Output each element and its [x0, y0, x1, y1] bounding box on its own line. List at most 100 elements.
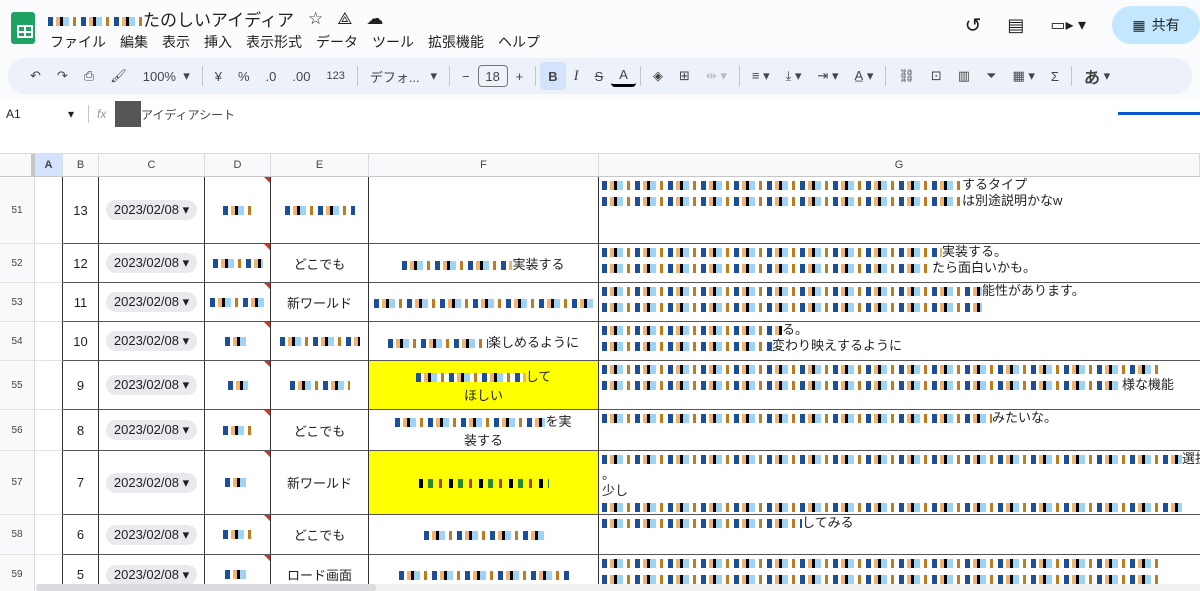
date-dropdown-chip[interactable]: 2023/02/08 ▾ — [105, 292, 198, 312]
font-size-input[interactable]: 18 — [477, 65, 508, 87]
cell-d[interactable] — [205, 283, 271, 322]
row-header[interactable]: 53 — [0, 283, 35, 322]
cell-e[interactable]: どこでも — [271, 244, 369, 283]
star-icon[interactable]: ☆ — [308, 9, 323, 29]
font-size-decrease-icon[interactable]: − — [454, 62, 478, 90]
cell-f[interactable]: を実 装する — [369, 410, 599, 451]
version-history-icon[interactable]: ↺ — [965, 13, 982, 38]
chart-icon[interactable]: ▥ — [950, 62, 978, 90]
redo-icon[interactable]: ↷ — [49, 62, 76, 90]
column-header-c[interactable]: C — [99, 154, 205, 177]
column-header-d[interactable]: D — [205, 154, 271, 177]
menu-item[interactable]: ファイル — [50, 32, 106, 52]
cell-d[interactable] — [205, 322, 271, 361]
cell-b[interactable]: 12 — [63, 244, 99, 283]
cell-e[interactable]: どこでも — [271, 410, 369, 451]
cell-e[interactable]: 新ワールド — [271, 283, 369, 322]
column-header-g[interactable]: G — [599, 154, 1200, 177]
date-dropdown-chip[interactable]: 2023/02/08 ▾ — [105, 200, 198, 220]
cell-e[interactable] — [271, 361, 369, 410]
cell-f[interactable] — [369, 451, 599, 515]
menu-item[interactable]: データ — [316, 32, 358, 52]
strikethrough-icon[interactable]: S — [587, 62, 612, 90]
cell-f[interactable] — [369, 283, 599, 322]
cell-e[interactable]: どこでも — [271, 515, 369, 555]
cell-d[interactable] — [205, 177, 271, 244]
cell-e[interactable] — [271, 177, 369, 244]
cell-c-date[interactable]: 2023/02/08 ▾ — [99, 451, 205, 515]
fill-color-icon[interactable]: ◈ — [645, 62, 671, 90]
cell-c-date[interactable]: 2023/02/08 ▾ — [99, 283, 205, 322]
formula-input[interactable]: アイディアシート — [115, 101, 235, 127]
date-dropdown-chip[interactable]: 2023/02/08 ▾ — [105, 524, 198, 545]
menu-item[interactable]: ヘルプ — [498, 32, 540, 52]
row-header[interactable]: 56 — [0, 410, 35, 451]
select-all-corner[interactable] — [0, 154, 35, 177]
cell-a[interactable] — [35, 244, 63, 283]
cell-e[interactable]: 新ワールド — [271, 451, 369, 515]
horizontal-scrollbar[interactable] — [36, 584, 1200, 591]
cell-a[interactable] — [35, 515, 63, 555]
date-dropdown-chip[interactable]: 2023/02/08 ▾ — [105, 375, 198, 395]
horizontal-align-icon[interactable]: ≡ ▾ — [744, 62, 778, 90]
date-dropdown-chip[interactable]: 2023/02/08 ▾ — [105, 472, 198, 493]
cell-d[interactable] — [205, 451, 271, 515]
row-header[interactable]: 59 — [0, 555, 35, 591]
cell-g[interactable]: る。 変わり映えするように — [599, 322, 1200, 361]
column-header-a[interactable]: A — [35, 154, 63, 177]
cell-a[interactable] — [35, 361, 63, 410]
menu-item[interactable]: 表示形式 — [246, 32, 302, 52]
currency-button[interactable]: ¥ — [207, 62, 230, 90]
comment-icon[interactable]: ⊡ — [923, 62, 950, 90]
font-select[interactable]: デフォ... ▾ — [362, 62, 445, 90]
menu-item[interactable]: 編集 — [120, 32, 148, 52]
functions-icon[interactable]: Σ — [1043, 62, 1067, 90]
cell-c-date[interactable]: 2023/02/08 ▾ — [99, 361, 205, 410]
menu-item[interactable]: 表示 — [162, 32, 190, 52]
column-header-e[interactable]: E — [271, 154, 369, 177]
cell-c-date[interactable]: 2023/02/08 ▾ — [99, 244, 205, 283]
decrease-decimal-button[interactable]: .0 — [258, 62, 285, 90]
cell-d[interactable] — [205, 361, 271, 410]
cell-f[interactable] — [369, 515, 599, 555]
row-header[interactable]: 58 — [0, 515, 35, 555]
vertical-align-icon[interactable]: ⤓ ▾ — [778, 62, 810, 90]
cell-a[interactable] — [35, 322, 63, 361]
percent-button[interactable]: % — [230, 62, 258, 90]
cell-g[interactable]: 様な機能 — [599, 361, 1200, 410]
cell-g[interactable]: するタイプ は別途説明かなw — [599, 177, 1200, 244]
menu-item[interactable]: 拡張機能 — [428, 32, 484, 52]
row-header[interactable]: 55 — [0, 361, 35, 410]
italic-button[interactable]: I — [566, 62, 587, 90]
cell-g[interactable]: 実装する。 たら面白いかも。 — [599, 244, 1200, 283]
row-header[interactable]: 51 — [0, 177, 35, 244]
share-button[interactable]: ▦ 共有 — [1112, 6, 1200, 44]
increase-decimal-button[interactable]: .00 — [284, 62, 318, 90]
cell-g[interactable]: 選択。少し — [599, 451, 1200, 515]
paint-format-icon[interactable]: 🖌 — [102, 62, 135, 90]
move-to-drive-icon[interactable]: ⟁ — [337, 9, 352, 29]
menu-item[interactable]: ツール — [372, 32, 414, 52]
date-dropdown-chip[interactable]: 2023/02/08 ▾ — [105, 331, 198, 351]
cell-f[interactable]: 実装する — [369, 244, 599, 283]
scrollbar-thumb[interactable] — [36, 584, 376, 591]
cell-f[interactable] — [369, 177, 599, 244]
cell-c-date[interactable]: 2023/02/08 ▾ — [99, 410, 205, 451]
undo-icon[interactable]: ↶ — [22, 62, 49, 90]
comments-icon[interactable]: ▤ — [1007, 15, 1024, 36]
cell-g[interactable]: してみる — [599, 515, 1200, 555]
font-size-increase-icon[interactable]: + — [508, 62, 532, 90]
cell-g[interactable]: 能性があります。 — [599, 283, 1200, 322]
cell-g[interactable]: みたいな。 — [599, 410, 1200, 451]
meet-icon[interactable]: ▭▸ ▾ — [1050, 15, 1086, 35]
cell-b[interactable]: 6 — [63, 515, 99, 555]
number-format-button[interactable]: 123 — [318, 62, 352, 90]
borders-icon[interactable]: ⊞ — [671, 62, 698, 90]
cell-b[interactable]: 11 — [63, 283, 99, 322]
print-icon[interactable]: ⎙ — [76, 62, 102, 90]
date-dropdown-chip[interactable]: 2023/02/08 ▾ — [105, 564, 198, 585]
cell-d[interactable] — [205, 244, 271, 283]
cell-a[interactable] — [35, 283, 63, 322]
cell-a[interactable] — [35, 451, 63, 515]
cell-d[interactable] — [205, 410, 271, 451]
